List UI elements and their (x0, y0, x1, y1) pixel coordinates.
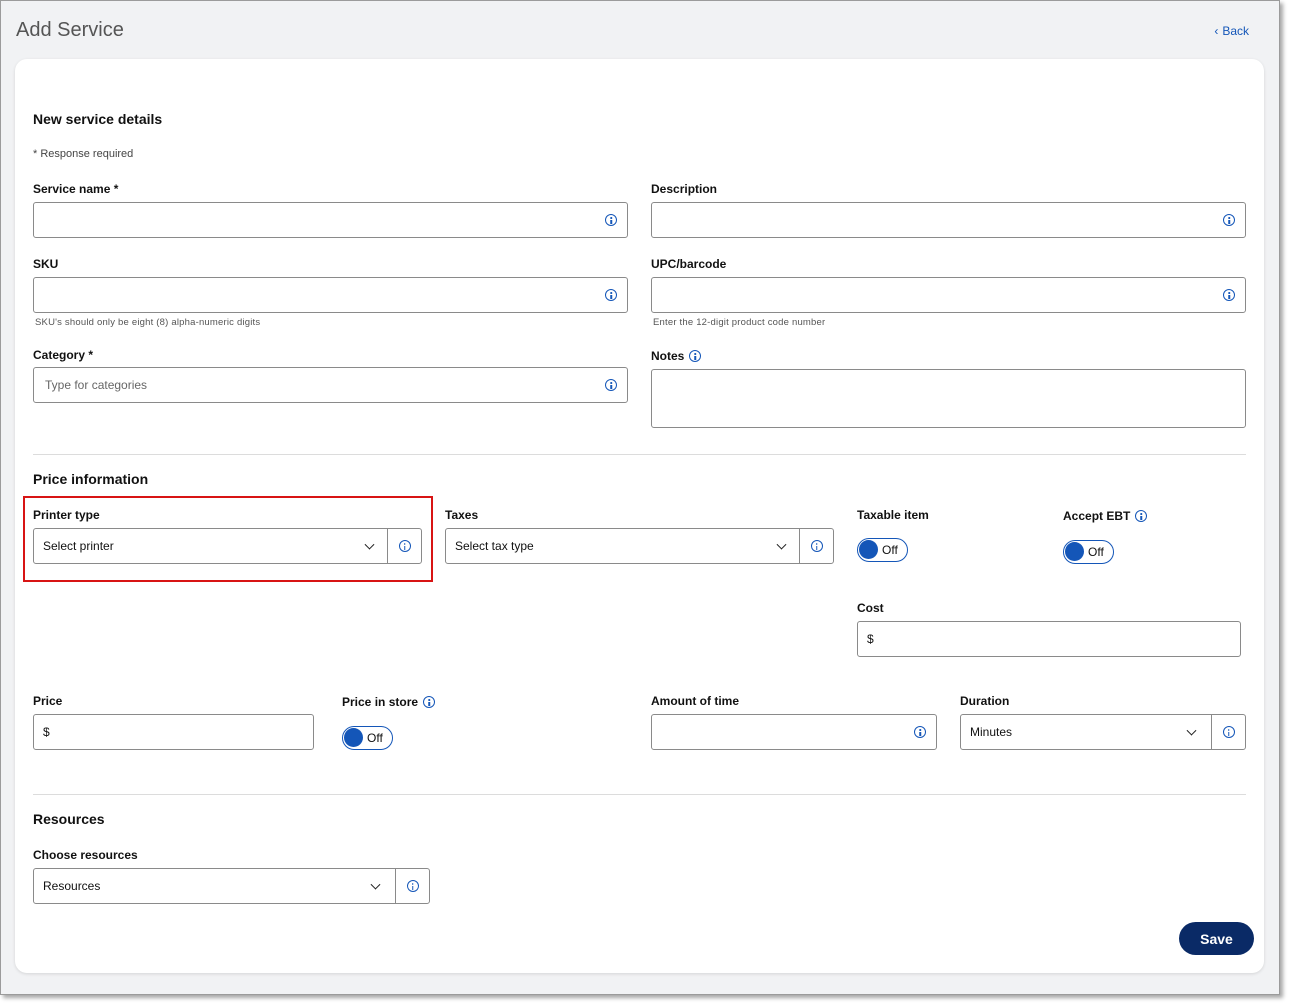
toggle-state: Off (367, 731, 383, 745)
upc-input[interactable] (651, 277, 1246, 313)
chevron-down-icon (1186, 725, 1197, 736)
price-section-title: Price information (33, 471, 149, 487)
info-icon (1222, 726, 1235, 738)
cost-input[interactable]: $ (857, 621, 1241, 657)
notes-label-text: Notes (651, 349, 685, 363)
back-link[interactable]: ‹ Back (1214, 24, 1249, 38)
category-label-text: Category * (33, 348, 94, 362)
page-title: Add Service (16, 19, 124, 41)
upc-label: UPC/barcode (651, 257, 726, 271)
accept-ebt-label-text: Accept EBT (1063, 509, 1131, 523)
resources-select[interactable]: Resources (33, 868, 430, 904)
upc-label-text: UPC/barcode (651, 257, 727, 271)
duration-selected: Minutes (970, 725, 1013, 739)
sku-input[interactable] (33, 277, 628, 313)
price-in-store-label: Price in store (342, 695, 436, 709)
divider (33, 794, 1246, 795)
resources-section-title: Resources (33, 811, 105, 827)
toggle-knob (859, 540, 878, 559)
description-input[interactable] (651, 202, 1246, 238)
taxable-item-label-text: Taxable item (857, 508, 929, 522)
cost-prefix: $ (867, 632, 874, 646)
details-section-title: New service details (33, 111, 163, 127)
info-icon[interactable] (423, 696, 436, 708)
service-name-label-text: Service name * (33, 182, 119, 196)
resources-selected: Resources (43, 879, 101, 893)
toggle-state: Off (1088, 545, 1104, 559)
printer-type-highlight (23, 496, 433, 582)
required-note: * Response required (33, 148, 134, 160)
info-icon[interactable] (914, 726, 926, 738)
taxes-info-button[interactable] (799, 529, 833, 563)
price-in-store-toggle[interactable]: Off (342, 726, 393, 750)
description-label-text: Description (651, 182, 718, 196)
toggle-knob (1065, 542, 1084, 561)
notes-label: Notes (651, 349, 702, 363)
duration-info-button[interactable] (1211, 715, 1245, 749)
service-name-input[interactable] (33, 202, 628, 238)
sku-label: SKU (33, 257, 58, 271)
duration-select[interactable]: Minutes (960, 714, 1246, 750)
toggle-knob (344, 728, 363, 747)
choose-resources-label: Choose resources (33, 848, 138, 862)
taxable-item-label: Taxable item (857, 508, 929, 522)
choose-resources-label-text: Choose resources (33, 848, 138, 862)
accept-ebt-label: Accept EBT (1063, 509, 1148, 523)
cost-label-text: Cost (857, 601, 884, 615)
price-label: Price (33, 694, 62, 708)
category-input[interactable]: Type for categories (33, 367, 628, 403)
chevron-down-icon (776, 539, 787, 550)
duration-label: Duration (960, 694, 1009, 708)
taxes-selected: Select tax type (455, 539, 534, 553)
description-label: Description (651, 182, 717, 196)
notes-textarea[interactable] (651, 369, 1246, 428)
info-icon (810, 540, 823, 552)
back-label: Back (1222, 24, 1249, 38)
resources-info-button[interactable] (395, 869, 429, 903)
price-in-store-label-text: Price in store (342, 695, 419, 709)
amount-of-time-label-text: Amount of time (651, 694, 739, 708)
toggle-state: Off (882, 543, 898, 557)
chevron-left-icon: ‹ (1214, 24, 1219, 38)
accept-ebt-toggle[interactable]: Off (1063, 540, 1114, 564)
taxes-label: Taxes (445, 508, 478, 522)
taxable-item-toggle[interactable]: Off (857, 538, 908, 562)
amount-of-time-label: Amount of time (651, 694, 739, 708)
info-icon[interactable] (689, 350, 702, 362)
info-icon[interactable] (1223, 214, 1235, 226)
service-name-label: Service name * (33, 182, 118, 196)
price-input[interactable]: $ (33, 714, 314, 750)
category-label: Category * (33, 348, 93, 362)
info-icon[interactable] (1223, 289, 1235, 301)
amount-of-time-input[interactable] (651, 714, 937, 750)
cost-label: Cost (857, 601, 884, 615)
price-label-text: Price (33, 694, 63, 708)
sku-label-text: SKU (33, 257, 59, 271)
upc-helper: Enter the 12-digit product code number (653, 317, 826, 328)
divider (33, 454, 1246, 455)
taxes-label-text: Taxes (445, 508, 479, 522)
info-icon[interactable] (605, 379, 617, 391)
info-icon[interactable] (605, 214, 617, 226)
chevron-down-icon (370, 879, 381, 890)
window-frame: Add Service ‹ Back New service details *… (0, 0, 1280, 995)
save-button[interactable]: Save (1179, 922, 1254, 955)
taxes-select[interactable]: Select tax type (445, 528, 834, 564)
info-icon (406, 880, 419, 892)
category-placeholder: Type for categories (45, 378, 148, 392)
price-prefix: $ (43, 725, 50, 739)
info-icon[interactable] (605, 289, 617, 301)
duration-label-text: Duration (960, 694, 1010, 708)
info-icon[interactable] (1135, 510, 1148, 522)
sku-helper: SKU's should only be eight (8) alpha-num… (35, 317, 261, 328)
